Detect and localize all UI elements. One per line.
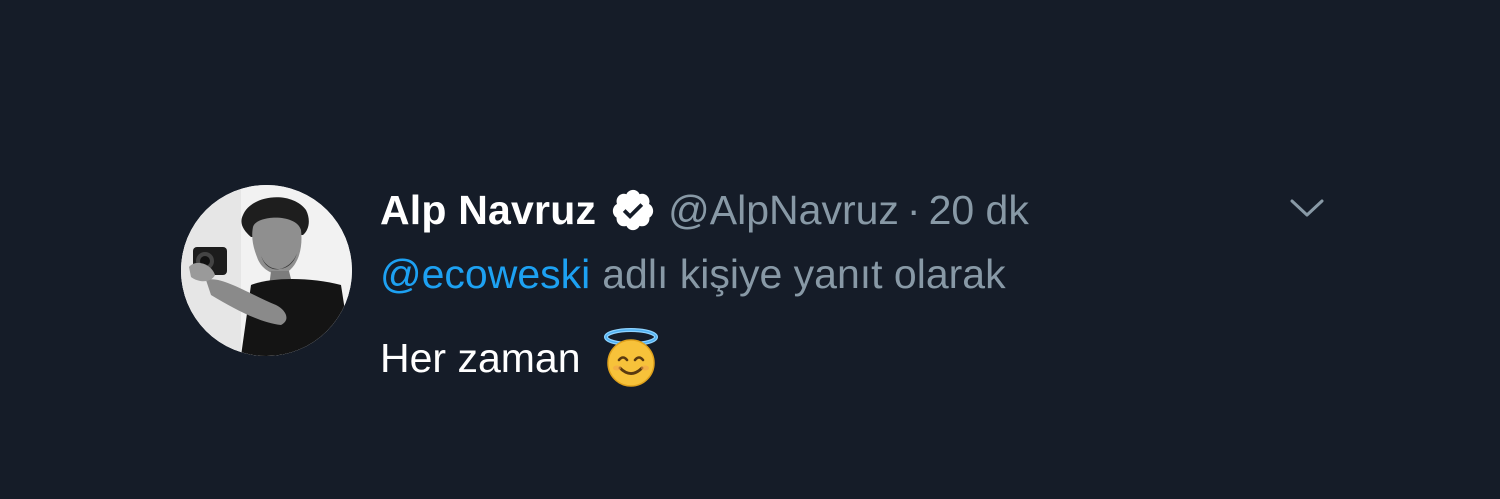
verified-badge-icon xyxy=(610,187,656,233)
reply-context-line: @ecoweski adlı kişiye yanıt olarak xyxy=(380,248,1006,300)
timestamp[interactable]: 20 dk xyxy=(929,187,1029,234)
tweet-text: Her zaman xyxy=(380,334,581,381)
chevron-down-icon xyxy=(1290,199,1324,217)
user-handle[interactable]: @AlpNavruz xyxy=(668,187,899,234)
smiling-face-with-halo-icon xyxy=(601,328,661,388)
avatar[interactable] xyxy=(181,185,352,356)
tweet-menu-button[interactable] xyxy=(1285,190,1329,226)
separator-dot: · xyxy=(906,186,921,233)
avatar-photo xyxy=(181,185,352,356)
tweet: Alp Navruz @AlpNavruz · 20 dk @ecoweski … xyxy=(0,0,1500,499)
display-name[interactable]: Alp Navruz xyxy=(380,187,596,234)
reply-mention-link[interactable]: @ecoweski xyxy=(380,251,590,298)
reply-context-text: adlı kişiye yanıt olarak xyxy=(602,250,1006,297)
tweet-body: Her zaman xyxy=(380,328,661,388)
tweet-header: Alp Navruz @AlpNavruz · 20 dk xyxy=(380,184,1029,236)
